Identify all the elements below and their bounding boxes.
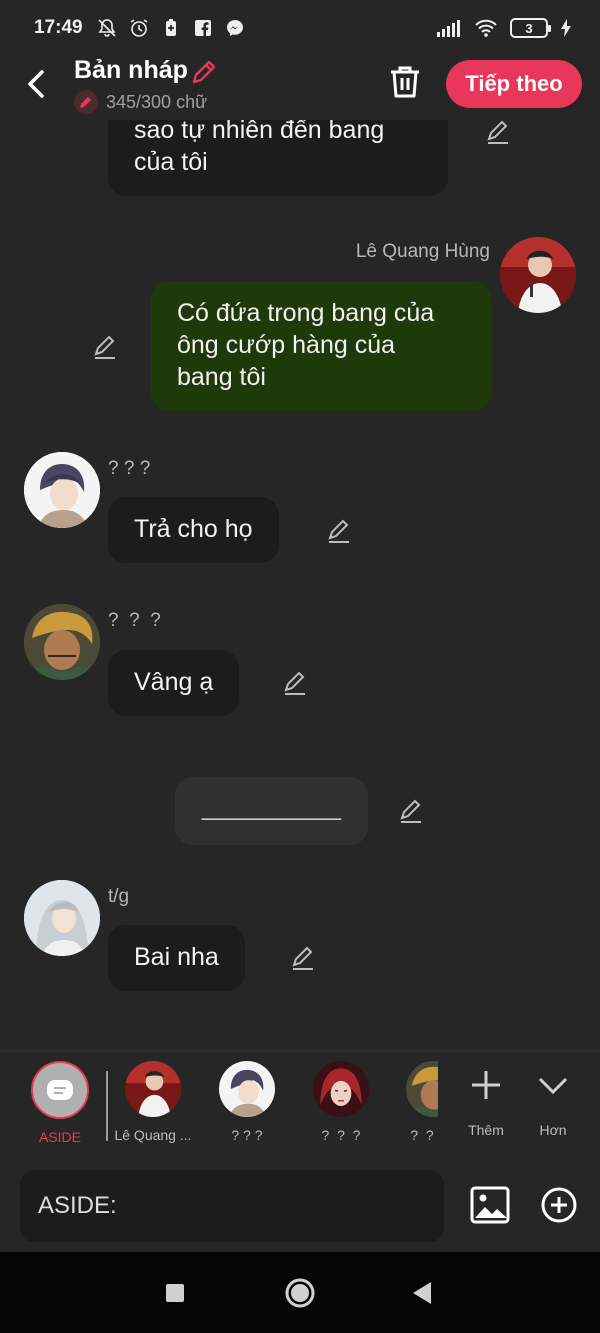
cast-item[interactable]: ? ? [378, 1061, 438, 1143]
image-icon[interactable] [470, 1186, 510, 1224]
cast-avatar [125, 1061, 181, 1117]
edit-icon[interactable] [325, 517, 353, 545]
message-line: __________ [201, 793, 342, 821]
word-count: 345/300 chữ [74, 90, 207, 114]
more-label: Hơn [539, 1122, 567, 1138]
message-input[interactable] [20, 1170, 444, 1242]
chat-area[interactable]: sao tự nhiên đến bang của tôi Lê Quang H… [0, 0, 600, 1050]
add-circle-icon[interactable] [540, 1186, 578, 1224]
edit-icon[interactable] [397, 797, 425, 825]
back-arrow-icon[interactable] [22, 64, 52, 104]
trash-icon[interactable] [388, 64, 422, 100]
avatar-image [24, 604, 100, 680]
cast-item[interactable]: ? ? ? [296, 1061, 386, 1143]
word-count-text: 345/300 chữ [106, 91, 208, 112]
avatar-image [500, 237, 576, 313]
cast-avatar [313, 1061, 369, 1117]
avatar-image [24, 452, 100, 528]
cast-label: ASIDE [38, 1129, 81, 1145]
cast-label: Lê Quang ... [114, 1127, 192, 1143]
aside-bubble[interactable]: __________ [175, 777, 368, 845]
message-bubble[interactable]: Trả cho họ [108, 497, 279, 563]
sender-name: ? ? ? [108, 458, 151, 479]
page-title: Bản nháp [74, 56, 188, 84]
speech-bubble-icon [47, 1080, 73, 1100]
message-line: của tôi [134, 148, 208, 176]
app-header: Bản nháp 345/300 chữ Tiếp theo [0, 56, 600, 120]
chevron-down-icon [538, 1077, 568, 1095]
next-button[interactable]: Tiếp theo [446, 60, 582, 108]
aside-avatar [31, 1061, 89, 1119]
back-icon[interactable] [405, 1276, 439, 1310]
message-bubble[interactable]: Bai nha [108, 925, 245, 991]
pencil-icon[interactable] [190, 58, 218, 86]
avatar-image [24, 880, 100, 956]
word-count-badge [74, 90, 98, 114]
sender-name: Lê Quang Hùng [355, 241, 490, 262]
message-line: Có đứa trong bang của [177, 299, 435, 327]
cast-label: ? ? ? [231, 1127, 263, 1143]
pencil-icon [80, 97, 91, 108]
message-line: bang tôi [177, 363, 266, 391]
avatar[interactable] [24, 604, 100, 680]
sender-name: ? ? ? [108, 610, 161, 631]
cast-item[interactable]: ? ? ? [202, 1061, 292, 1143]
home-icon[interactable] [283, 1276, 317, 1310]
edit-icon[interactable] [91, 333, 119, 361]
message-line: ông cướp hàng của [177, 331, 396, 359]
avatar[interactable] [500, 237, 576, 313]
cast-avatar [219, 1061, 275, 1117]
message-bubble-mine[interactable]: Có đứa trong bang của ông cướp hàng của … [151, 281, 491, 411]
cast-label: ? ? ? [321, 1127, 361, 1143]
cast-avatar [406, 1061, 438, 1117]
sender-name: t/g [108, 886, 130, 907]
message-line: Trả cho họ [134, 515, 253, 543]
more-button[interactable]: Hơn [508, 1061, 598, 1138]
edit-icon[interactable] [484, 118, 512, 146]
cast-label: ? ? [410, 1127, 434, 1143]
message-bubble[interactable]: Vâng ạ [108, 650, 240, 716]
system-nav-bar [0, 1252, 600, 1333]
avatar[interactable] [24, 880, 100, 956]
cast-item[interactable]: Lê Quang ... [108, 1061, 198, 1143]
edit-icon[interactable] [289, 944, 317, 972]
character-bar: ASIDE Lê Quang ... ? ? ? ? ? ? ? ? Thêm … [0, 1050, 600, 1158]
edit-icon[interactable] [281, 669, 309, 697]
message-line: Bai nha [134, 943, 219, 971]
recent-apps-icon[interactable] [158, 1276, 192, 1310]
plus-icon [472, 1071, 500, 1099]
message-line: Vâng ạ [134, 668, 214, 696]
input-row [0, 1158, 600, 1252]
avatar[interactable] [24, 452, 100, 528]
cast-item-aside[interactable]: ASIDE [15, 1061, 105, 1145]
